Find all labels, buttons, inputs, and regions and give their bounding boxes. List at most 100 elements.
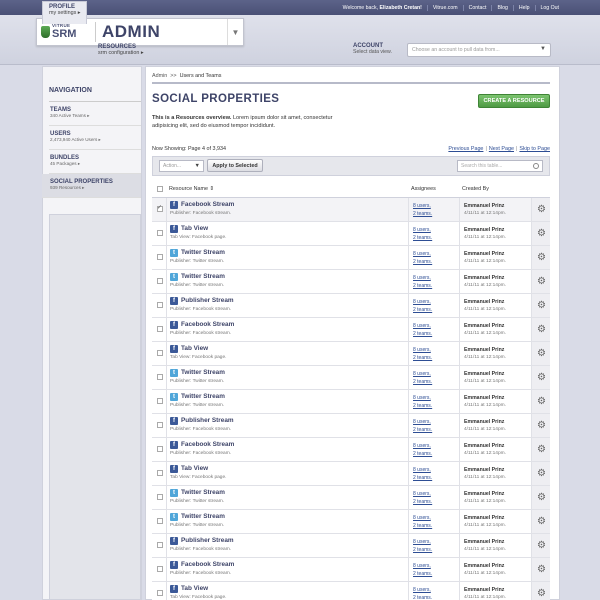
assignee-teams-link[interactable]: 2 teams. <box>413 235 432 241</box>
table-row[interactable]: t Twitter Stream Publisher: Twitter stream… <box>152 246 550 270</box>
assignee-users-link[interactable]: 8 users, <box>413 587 431 593</box>
gear-icon[interactable]: ⚙ <box>537 421 546 431</box>
row-checkbox[interactable] <box>157 278 163 284</box>
assignee-users-link[interactable]: 8 users, <box>413 443 431 449</box>
assignee-users-link[interactable]: 8 users, <box>413 491 431 497</box>
gear-icon[interactable]: ⚙ <box>537 325 546 335</box>
assignee-teams-link[interactable]: 2 teams. <box>413 307 432 313</box>
row-checkbox[interactable] <box>157 566 163 572</box>
assignee-teams-link[interactable]: 2 teams. <box>413 331 432 337</box>
row-checkbox[interactable] <box>157 326 163 332</box>
row-checkbox[interactable] <box>157 590 163 596</box>
gear-icon[interactable]: ⚙ <box>537 349 546 359</box>
assignee-users-link[interactable]: 8 users, <box>413 347 431 353</box>
row-checkbox[interactable] <box>157 230 163 236</box>
resource-name[interactable]: Tab View <box>181 585 208 592</box>
nav-link-contact[interactable]: Contact <box>462 4 492 11</box>
tab-profile[interactable]: PROFILE my settings ▸ <box>42 1 88 24</box>
resource-name[interactable]: Twitter Stream <box>181 513 225 520</box>
row-checkbox[interactable] <box>157 204 163 212</box>
table-row[interactable]: fFacebook Stream Publisher: Facebook stre… <box>152 438 550 462</box>
resource-name[interactable]: Publisher Stream <box>181 297 234 304</box>
gear-icon[interactable]: ⚙ <box>537 253 546 263</box>
resource-name[interactable]: Publisher Stream <box>181 417 234 424</box>
chevron-down-icon[interactable]: ▼ <box>227 19 243 45</box>
table-row[interactable]: t Twitter Stream Publisher: Twitter stream… <box>152 510 550 534</box>
assignee-users-link[interactable]: 8 users, <box>413 299 431 305</box>
table-row[interactable]: f Tab View Tab View: Facebook page. 8 users… <box>152 342 550 366</box>
table-row[interactable]: t Twitter Stream Publisher: Twitter stream… <box>152 366 550 390</box>
next-page-link[interactable]: Next Page <box>489 146 514 152</box>
select-all-checkbox[interactable] <box>157 186 163 192</box>
resource-name[interactable]: Twitter Stream <box>181 273 225 280</box>
assignee-users-link[interactable]: 8 users, <box>413 203 431 209</box>
assignee-users-link[interactable]: 8 users, <box>413 395 431 401</box>
assignee-users-link[interactable]: 8 users, <box>413 419 431 425</box>
gear-icon[interactable]: ⚙ <box>537 517 546 527</box>
assignee-teams-link[interactable]: 2 teams. <box>413 571 432 577</box>
row-checkbox[interactable] <box>157 350 163 356</box>
resource-name[interactable]: Tab View <box>181 465 208 472</box>
assignee-users-link[interactable]: 8 users, <box>413 371 431 377</box>
previous-page-link[interactable]: Previous Page <box>448 146 483 152</box>
assignee-teams-link[interactable]: 2 teams. <box>413 283 432 289</box>
table-row[interactable]: fFacebook Stream Publisher: Facebook stre… <box>152 558 550 582</box>
breadcrumb-root[interactable]: Admin <box>152 73 167 79</box>
gear-icon[interactable]: ⚙ <box>537 301 546 311</box>
sidebar-item-teams[interactable]: TEAMS 340 Active Teams ▸ <box>49 102 141 126</box>
table-row[interactable]: f Publisher Stream Publisher: Facebook str… <box>152 534 550 558</box>
sidebar-item-social-properties[interactable]: SOCIAL PROPERTIES 939 Resources ▸ <box>42 174 141 198</box>
gear-icon[interactable]: ⚙ <box>537 373 546 383</box>
gear-icon[interactable]: ⚙ <box>537 493 546 503</box>
table-row[interactable]: t Twitter Stream Publisher: Twitter stream… <box>152 390 550 414</box>
gear-icon[interactable]: ⚙ <box>537 565 546 575</box>
sidebar-item-bundles[interactable]: BUNDLES 45 Packages ▸ <box>49 150 141 174</box>
user-name[interactable]: Elizabeth Cretan! <box>380 5 422 11</box>
gear-icon[interactable]: ⚙ <box>537 589 546 599</box>
resource-name[interactable]: Facebook Stream <box>181 201 234 208</box>
column-header-name[interactable]: Resource Name ⇕ <box>169 186 214 192</box>
assignee-users-link[interactable]: 8 users, <box>413 227 431 233</box>
apply-to-selected-button[interactable]: Apply to Selected <box>207 159 263 172</box>
assignee-users-link[interactable]: 8 users, <box>413 323 431 329</box>
assignee-teams-link[interactable]: 2 teams. <box>413 523 432 529</box>
assignee-teams-link[interactable]: 2 teams. <box>413 451 432 457</box>
sidebar-item-users[interactable]: USERS 2,473,940 Active Users ▸ <box>49 126 141 150</box>
account-select[interactable]: Choose an account to pull data from... ▼ <box>407 43 551 57</box>
assignee-teams-link[interactable]: 2 teams. <box>413 259 432 265</box>
assignee-teams-link[interactable]: 2 teams. <box>413 211 432 217</box>
gear-icon[interactable]: ⚙ <box>537 445 546 455</box>
table-row[interactable]: f Publisher Stream Publisher: Facebook str… <box>152 414 550 438</box>
table-row[interactable]: t Twitter Stream Publisher: Twitter stream… <box>152 486 550 510</box>
row-checkbox[interactable] <box>157 422 163 428</box>
assignee-teams-link[interactable]: 2 teams. <box>413 427 432 433</box>
resource-name[interactable]: Twitter Stream <box>181 393 225 400</box>
resource-name[interactable]: Tab View <box>181 345 208 352</box>
table-row[interactable]: f Publisher Stream Publisher: Facebook str… <box>152 294 550 318</box>
gear-icon[interactable]: ⚙ <box>537 229 546 239</box>
resource-name[interactable]: Twitter Stream <box>181 369 225 376</box>
skip-to-page-link[interactable]: Skip to Page <box>519 146 550 152</box>
search-input[interactable]: Search this table... <box>457 160 543 172</box>
table-row[interactable]: f Tab View Tab View: Facebook page. 8 users… <box>152 222 550 246</box>
create-resource-button[interactable]: CREATE A RESOURCE <box>478 94 550 108</box>
row-checkbox[interactable] <box>157 494 163 500</box>
table-row[interactable]: f Tab View Tab View: Facebook page. 8 users… <box>152 582 550 600</box>
assignee-users-link[interactable]: 8 users, <box>413 539 431 545</box>
gear-icon[interactable]: ⚙ <box>537 205 546 215</box>
row-checkbox[interactable] <box>157 254 163 260</box>
table-row[interactable]: t Twitter Stream Publisher: Twitter stream… <box>152 270 550 294</box>
resource-name[interactable]: Publisher Stream <box>181 537 234 544</box>
assignee-users-link[interactable]: 8 users, <box>413 275 431 281</box>
action-select[interactable]: Action... ▼ <box>159 160 204 172</box>
table-row[interactable]: f Tab View Tab View: Facebook page. 8 users… <box>152 462 550 486</box>
row-checkbox[interactable] <box>157 470 163 476</box>
row-checkbox[interactable] <box>157 518 163 524</box>
assignee-teams-link[interactable]: 2 teams. <box>413 595 432 600</box>
resource-name[interactable]: Twitter Stream <box>181 249 225 256</box>
row-checkbox[interactable] <box>157 446 163 452</box>
assignee-users-link[interactable]: 8 users, <box>413 251 431 257</box>
nav-link-logout[interactable]: Log Out <box>534 4 564 11</box>
gear-icon[interactable]: ⚙ <box>537 469 546 479</box>
table-row[interactable]: fFacebook Stream Publisher: Facebook stre… <box>152 198 550 222</box>
